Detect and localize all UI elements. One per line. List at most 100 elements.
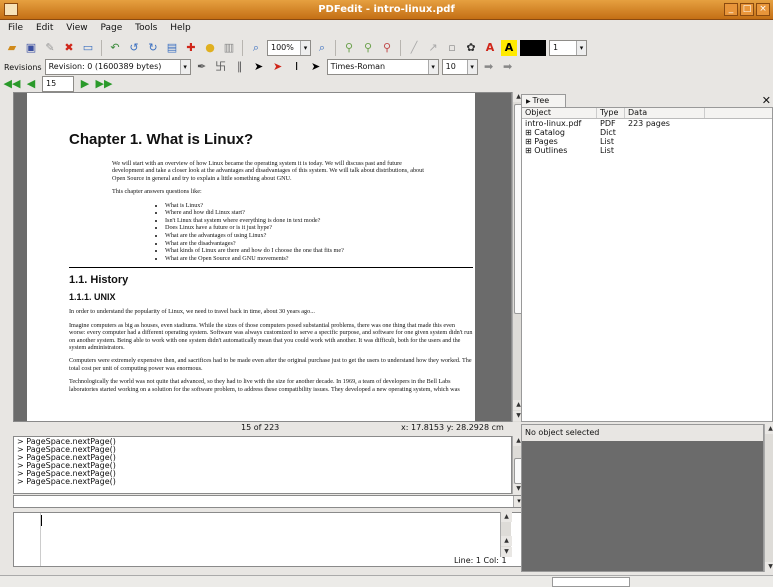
page-icon[interactable]: ▤ xyxy=(164,40,180,56)
properties-scrollbar[interactable]: ▲ ▼ xyxy=(764,424,773,572)
menu-bar: File Edit View Page Tools Help xyxy=(0,21,773,37)
page-number-input[interactable]: 15 xyxy=(42,76,74,92)
arrow-right-icon[interactable]: ➡ xyxy=(481,59,497,75)
zoom-out-icon[interactable]: ⌕ xyxy=(314,40,330,56)
revisions-label: Revisions xyxy=(4,62,42,72)
text-tool-icon[interactable]: 卐 xyxy=(213,59,229,75)
status-line: 15 of 223 x: 17.8153 y: 28.2928 cm xyxy=(13,423,525,434)
menu-page[interactable]: Page xyxy=(95,21,127,35)
page-indicator: 15 of 223 xyxy=(241,423,280,432)
line-col-indicator: Line: 1 Col: 1 xyxy=(454,556,507,565)
tree-row[interactable]: intro-linux.pdf PDF 223 pages xyxy=(522,119,772,128)
document-view[interactable]: Chapter 1. What is Linux? We will start … xyxy=(13,92,512,422)
menu-tools[interactable]: Tools xyxy=(130,21,162,35)
intro-paragraph: We will start with an overview of how Li… xyxy=(112,160,424,182)
delete-page-icon[interactable]: ▥ xyxy=(221,40,237,56)
pdf-page: Chapter 1. What is Linux? We will start … xyxy=(27,93,475,421)
list-item: What are the disadvantages? xyxy=(165,240,455,248)
rotate-right-icon[interactable]: ↻ xyxy=(145,40,161,56)
zoom-in-icon[interactable]: ⌕ xyxy=(248,40,264,56)
tree-row[interactable]: ⊞ Outlines List xyxy=(522,146,772,155)
status-bar xyxy=(0,575,773,587)
menu-file[interactable]: File xyxy=(3,21,28,35)
find-icon[interactable]: ⚲ xyxy=(341,40,357,56)
last-page-icon[interactable]: ▶▶ xyxy=(96,76,113,92)
line-tool-icon[interactable]: ╱ xyxy=(406,40,422,56)
list-item: What are the advantages of using Linux? xyxy=(165,232,455,240)
open-icon[interactable]: ▰ xyxy=(4,40,20,56)
first-page-icon[interactable]: ◀◀ xyxy=(4,76,21,92)
menu-help[interactable]: Help xyxy=(165,21,196,35)
script-editor[interactable]: Line: 1 Col: 1 xyxy=(13,512,525,567)
list-item: Where and how did Linux start? xyxy=(165,209,455,217)
list-item: What are the Open Source and GNU movemen… xyxy=(165,255,455,263)
object-tree[interactable]: Object Type Data intro-linux.pdf PDF 223… xyxy=(521,107,773,422)
tab-tree[interactable]: ▶ Tree xyxy=(521,94,566,107)
text-color-icon[interactable]: A xyxy=(482,40,498,56)
title-bar: PDFedit - intro-linux.pdf _ □ × xyxy=(0,0,773,20)
select-icon[interactable]: ➤ xyxy=(251,59,267,75)
arrow-right2-icon[interactable]: ➡ xyxy=(500,59,516,75)
tree-panel: ▶ Tree ✕ Object Type Data intro-linux.pd… xyxy=(521,94,773,422)
print-icon[interactable]: ▭ xyxy=(80,40,96,56)
progress-box xyxy=(552,577,630,587)
minimize-button[interactable]: _ xyxy=(724,3,738,16)
find-next-icon[interactable]: ⚲ xyxy=(360,40,376,56)
select-red-icon[interactable]: ➤ xyxy=(270,59,286,75)
pen-icon[interactable]: ✒ xyxy=(194,59,210,75)
editor-scrollbar[interactable]: ▲ ▲ ▼ xyxy=(500,512,512,557)
tree-header: Object Type Data xyxy=(522,108,772,119)
line-width-combo[interactable]: 1 ▾ xyxy=(549,40,587,56)
question-list: What is Linux? Where and how did Linux s… xyxy=(157,202,455,263)
editor-gutter xyxy=(40,513,41,566)
edit-icon[interactable]: ✎ xyxy=(42,40,58,56)
column-data[interactable]: Data xyxy=(625,108,705,118)
bookmark-icon[interactable]: ● xyxy=(202,40,218,56)
paragraph: In order to understand the popularity of… xyxy=(69,308,315,316)
section-rule xyxy=(69,267,473,269)
list-item: What kinds of Linux are there and how do… xyxy=(165,247,455,255)
replace-icon[interactable]: ⚲ xyxy=(379,40,395,56)
list-item: Isn't Linux that system where everything… xyxy=(165,217,455,225)
menu-view[interactable]: View xyxy=(61,21,92,35)
list-item: Does Linux have a future or is it just h… xyxy=(165,224,455,232)
arrow-tool-icon[interactable]: ↗ xyxy=(425,40,441,56)
prev-page-icon[interactable]: ◀ xyxy=(23,76,39,92)
paragraph: Imagine computers as big as houses, even… xyxy=(69,321,473,351)
window-title: PDFedit - intro-linux.pdf xyxy=(318,4,455,15)
pointer-icon[interactable]: ➤ xyxy=(308,59,324,75)
command-console[interactable]: > PageSpace.nextPage() > PageSpace.nextP… xyxy=(13,436,512,494)
add-page-icon[interactable]: ✚ xyxy=(183,40,199,56)
maximize-button[interactable]: □ xyxy=(740,3,754,16)
next-page-icon[interactable]: ▶ xyxy=(77,76,93,92)
fill-color-swatch[interactable] xyxy=(520,40,546,56)
close-panel-icon[interactable]: ✕ xyxy=(762,94,771,107)
highlight-color-icon[interactable]: A xyxy=(501,40,517,56)
rotate-left-icon[interactable]: ↺ xyxy=(126,40,142,56)
annotation-icon[interactable]: ✿ xyxy=(463,40,479,56)
console-line: > PageSpace.nextPage() xyxy=(17,477,116,486)
column-object[interactable]: Object xyxy=(522,108,597,118)
rect-tool-icon[interactable]: ▫ xyxy=(444,40,460,56)
unix-heading: 1.1.1. UNIX xyxy=(69,292,116,303)
zoom-combo[interactable]: 100% ▾ xyxy=(267,40,311,56)
command-input[interactable]: ▾ xyxy=(13,495,525,508)
save-icon[interactable]: ▣ xyxy=(23,40,39,56)
undo-icon[interactable]: ↶ xyxy=(107,40,123,56)
paragraph: Computers were extremely expensive then,… xyxy=(69,357,472,372)
list-item: What is Linux? xyxy=(165,202,455,210)
cursor-coordinates: x: 17.8153 y: 28.2928 cm xyxy=(401,423,504,432)
answers-paragraph: This chapter answers questions like: xyxy=(112,188,202,196)
font-size-combo[interactable]: 10 ▾ xyxy=(441,59,478,75)
font-combo[interactable]: Times-Roman ▾ xyxy=(326,59,439,75)
chapter-title: Chapter 1. What is Linux? xyxy=(69,131,254,148)
text-cursor-icon[interactable]: I xyxy=(289,59,305,75)
tree-row[interactable]: ⊞ Catalog Dict xyxy=(522,128,772,137)
close-doc-icon[interactable]: ✖ xyxy=(61,40,77,56)
columns-icon[interactable]: ∥ xyxy=(232,59,248,75)
tree-row[interactable]: ⊞ Pages List xyxy=(522,137,772,146)
menu-edit[interactable]: Edit xyxy=(31,21,58,35)
close-button[interactable]: × xyxy=(756,3,770,16)
properties-panel: No object selected xyxy=(521,424,764,572)
column-type[interactable]: Type xyxy=(597,108,625,118)
